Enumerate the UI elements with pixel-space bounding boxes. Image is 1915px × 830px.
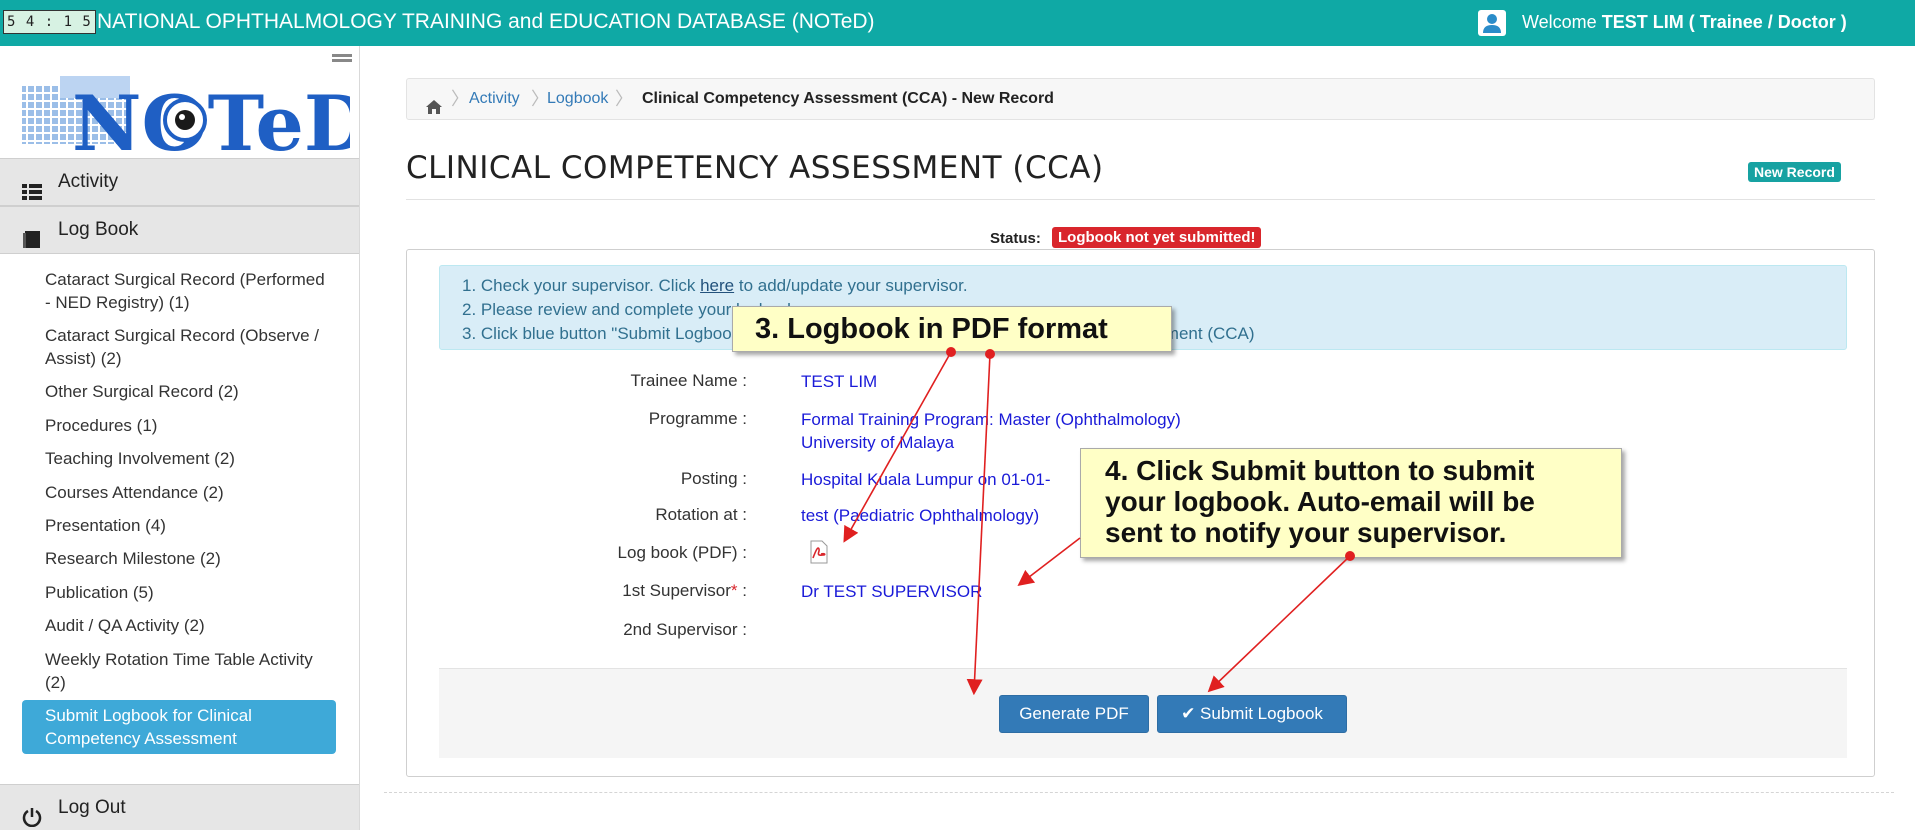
top-bar: 5 4 : 1 5 NATIONAL OPHTHALMOLOGY TRAININ…	[0, 0, 1915, 46]
supervisor1-label: 1st Supervisor* :	[622, 581, 747, 600]
instruction-1: 1. Check your supervisor. Click here to …	[462, 276, 968, 295]
form-actions: Generate PDF ✔ Submit Logbook	[439, 668, 1847, 758]
sidebar-collapse-icon[interactable]	[332, 54, 352, 66]
welcome-user: TEST LIM ( Trainee / Doctor )	[1601, 12, 1847, 32]
breadcrumb-logbook[interactable]: Logbook	[547, 79, 608, 119]
check-icon: ✔	[1181, 704, 1196, 723]
home-icon[interactable]	[425, 91, 443, 114]
sidebar-item-submit-logbook[interactable]: Submit Logbook for Clinical Competency A…	[22, 700, 336, 754]
nav-activity-label: Activity	[58, 171, 119, 192]
trainee-name-value: TEST LIM	[801, 372, 878, 391]
nav-logout[interactable]: Log Out	[0, 784, 359, 830]
supervisor2-label: 2nd Supervisor :	[623, 620, 747, 639]
sidebar-item-cataract-observe[interactable]: Cataract Surgical Record (Observe / Assi…	[45, 324, 335, 370]
status-label: Status:	[990, 230, 1041, 247]
user-icon[interactable]	[1478, 10, 1506, 36]
footer-divider	[384, 792, 1894, 793]
sidebar-item-other-surgical[interactable]: Other Surgical Record (2)	[45, 380, 335, 403]
title-divider	[406, 199, 1875, 200]
sidebar-item-research[interactable]: Research Milestone (2)	[45, 547, 335, 570]
welcome-message[interactable]: Welcome TEST LIM ( Trainee / Doctor )	[1522, 11, 1847, 33]
nav-logout-label: Log Out	[58, 797, 126, 818]
breadcrumb-current: Clinical Competency Assessment (CCA) - N…	[642, 90, 1054, 107]
submit-logbook-label: Submit Logbook	[1200, 704, 1323, 723]
supervisor1-value: Dr TEST SUPERVISOR	[801, 582, 983, 601]
programme-label: Programme :	[648, 409, 747, 428]
welcome-prefix: Welcome	[1522, 12, 1597, 32]
sidebar-item-cataract-performed[interactable]: Cataract Surgical Record (Performed - NE…	[45, 268, 335, 314]
posting-label: Posting :	[680, 469, 747, 488]
sidebar-item-procedures[interactable]: Procedures (1)	[45, 414, 335, 437]
sidebar-item-weekly-rotation[interactable]: Weekly Rotation Time Table Activity (2)	[45, 648, 335, 694]
page-title: CLINICAL COMPETENCY ASSESSMENT (CCA)	[406, 150, 1104, 186]
rotation-label: Rotation at :	[655, 505, 747, 524]
nav-activity[interactable]: Activity	[0, 158, 359, 206]
generate-pdf-button[interactable]: Generate PDF	[999, 695, 1149, 733]
breadcrumb-activity[interactable]: Activity	[469, 79, 520, 119]
supervisor-link[interactable]: here	[700, 276, 734, 295]
sidebar-item-publication[interactable]: Publication (5)	[45, 581, 335, 604]
sidebar: NOTeD Activity Log Book Cataract Surgica…	[0, 46, 370, 830]
trainee-name-label: Trainee Name :	[630, 371, 747, 390]
pdf-icon[interactable]	[807, 540, 831, 564]
sidebar-item-teaching[interactable]: Teaching Involvement (2)	[45, 447, 335, 470]
sidebar-item-presentation[interactable]: Presentation (4)	[45, 514, 335, 537]
status-badge: Logbook not yet submitted!	[1052, 227, 1262, 248]
session-timer: 5 4 : 1 5	[3, 10, 96, 34]
rotation-value: test (Paediatric Ophthalmology)	[801, 506, 1040, 525]
nav-logbook[interactable]: Log Book	[0, 206, 359, 254]
app-title: NATIONAL OPHTHALMOLOGY TRAINING and EDUC…	[97, 10, 875, 33]
sidebar-item-courses[interactable]: Courses Attendance (2)	[45, 481, 335, 504]
new-record-label: New Record	[1748, 162, 1841, 182]
submit-logbook-button[interactable]: ✔ Submit Logbook	[1157, 695, 1347, 733]
logbook-pdf-label: Log book (PDF) :	[617, 543, 747, 562]
noted-logo: NOTeD	[20, 70, 370, 168]
power-icon	[22, 799, 42, 828]
logo-text: NOTeD	[72, 79, 350, 162]
book-icon	[22, 221, 42, 248]
list-icon	[22, 173, 42, 200]
callout-submit: 4. Click Submit button to submit your lo…	[1080, 448, 1622, 558]
callout-logbook-pdf: 3. Logbook in PDF format	[732, 306, 1172, 352]
breadcrumb: 〉 Activity 〉 Logbook 〉 Clinical Competen…	[406, 78, 1875, 120]
sidebar-item-audit[interactable]: Audit / QA Activity (2)	[45, 614, 335, 637]
nav-logbook-label: Log Book	[58, 219, 139, 240]
posting-value: Hospital Kuala Lumpur on 01-01-	[801, 470, 1051, 489]
